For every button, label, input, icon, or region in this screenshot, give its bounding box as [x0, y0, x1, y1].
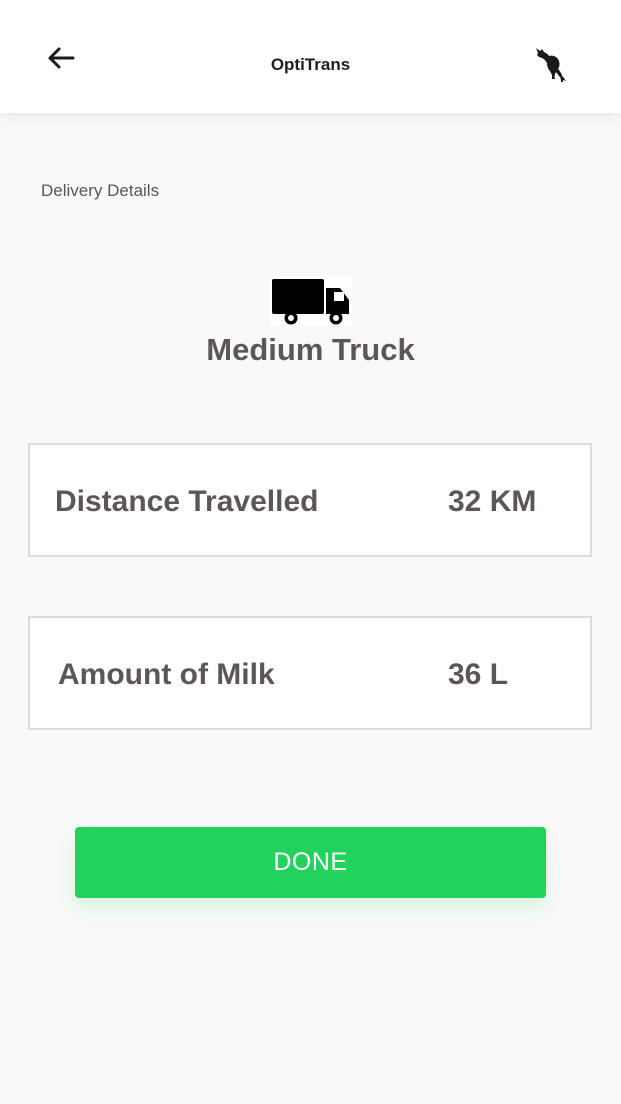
- section-label: Delivery Details: [41, 181, 160, 200]
- kangaroo-logo-icon: [530, 42, 572, 84]
- done-button[interactable]: DONE: [75, 827, 546, 898]
- milk-card: Amount of Milk 36 L: [28, 616, 592, 730]
- vehicle-name: Medium Truck: [206, 332, 415, 367]
- truck-icon: [270, 276, 352, 326]
- milk-value: 36 L: [448, 658, 509, 691]
- app-title: OptiTrans: [270, 55, 351, 74]
- app-bar: OptiTrans: [0, 0, 621, 113]
- milk-label: Amount of Milk: [58, 658, 275, 691]
- distance-card: Distance Travelled 32 KM: [28, 443, 592, 557]
- distance-label: Distance Travelled: [55, 485, 319, 518]
- distance-value: 32 KM: [448, 485, 537, 518]
